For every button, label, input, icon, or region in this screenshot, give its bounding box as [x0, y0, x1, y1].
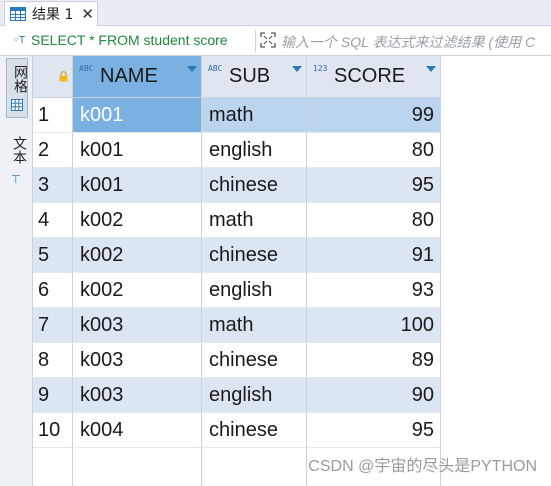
row-number[interactable]: 4	[33, 203, 73, 238]
row-number-header	[33, 56, 73, 98]
sql-icon: ◦T	[13, 35, 26, 46]
cell-name[interactable]: k003	[73, 343, 202, 378]
cell-score[interactable]: 99	[307, 98, 441, 133]
cell-sub[interactable]: math	[202, 308, 307, 343]
results-tab-bar: 结果 1 ✕	[0, 0, 551, 26]
cell-score[interactable]: 90	[307, 378, 441, 413]
cell-score[interactable]: 95	[307, 168, 441, 203]
filter-input[interactable]: 输入一个 SQL 表达式来过滤结果 (使用 C	[281, 32, 535, 52]
cell-name[interactable]: k002	[73, 273, 202, 308]
table-row[interactable]: 4 k002 math 80	[33, 203, 441, 238]
column-header-label: SUB	[229, 65, 271, 87]
sort-arrow-icon[interactable]	[292, 66, 302, 72]
expand-icon[interactable]	[260, 32, 276, 48]
cell-sub[interactable]: chinese	[202, 413, 307, 448]
cell-name[interactable]: k001	[73, 98, 202, 133]
cell-score[interactable]: 93	[307, 273, 441, 308]
column-divider	[306, 448, 307, 486]
row-number[interactable]: 6	[33, 273, 73, 308]
grid-view-label: 网格	[12, 65, 28, 93]
cell-name[interactable]: k003	[73, 308, 202, 343]
cell-score[interactable]: 80	[307, 203, 441, 238]
sort-arrow-icon[interactable]	[187, 66, 197, 72]
column-header-label: SCORE	[334, 65, 406, 87]
table-icon	[10, 7, 26, 21]
cell-score[interactable]: 80	[307, 133, 441, 168]
row-number[interactable]: 2	[33, 133, 73, 168]
column-divider	[201, 448, 202, 486]
row-number[interactable]: 7	[33, 308, 73, 343]
cell-sub[interactable]: chinese	[202, 168, 307, 203]
table-row[interactable]: 10 k004 chinese 95	[33, 413, 441, 448]
table-row[interactable]: 8 k003 chinese 89	[33, 343, 441, 378]
lock-icon	[59, 71, 68, 82]
view-mode-panel: 网格 文本 ⊤	[0, 56, 33, 486]
text-view-button[interactable]: 文本	[9, 136, 29, 164]
filter-bar: ◦T SELECT * FROM student score 输入一个 SQL …	[0, 26, 551, 56]
table-row[interactable]: 3 k001 chinese 95	[33, 168, 441, 203]
cell-sub[interactable]: math	[202, 98, 307, 133]
cell-name[interactable]: k002	[73, 238, 202, 273]
cell-name[interactable]: k001	[73, 133, 202, 168]
column-divider	[72, 448, 73, 486]
cell-name[interactable]: k001	[73, 168, 202, 203]
watermark: CSDN @宇宙的尽头是PYTHON	[308, 458, 537, 475]
results-tab-label: 结果 1	[32, 7, 74, 23]
table-row[interactable]: 5 k002 chinese 91	[33, 238, 441, 273]
row-number[interactable]: 10	[33, 413, 73, 448]
column-header-label: NAME	[100, 65, 158, 87]
cell-name[interactable]: k002	[73, 203, 202, 238]
column-header-score[interactable]: 123 SCORE	[307, 56, 441, 98]
cell-score[interactable]: 95	[307, 413, 441, 448]
row-number[interactable]: 3	[33, 168, 73, 203]
grid-view-button[interactable]: 网格	[6, 58, 28, 118]
cell-sub[interactable]: chinese	[202, 343, 307, 378]
text-type-icon: ABC	[208, 64, 223, 73]
cell-name[interactable]: k003	[73, 378, 202, 413]
cell-score[interactable]: 91	[307, 238, 441, 273]
row-number[interactable]: 9	[33, 378, 73, 413]
cell-sub[interactable]: english	[202, 273, 307, 308]
row-number[interactable]: 5	[33, 238, 73, 273]
cell-score[interactable]: 89	[307, 343, 441, 378]
sort-arrow-icon[interactable]	[426, 66, 436, 72]
sql-query-text[interactable]: SELECT * FROM student score	[31, 32, 228, 48]
close-icon[interactable]: ✕	[81, 6, 94, 22]
divider	[255, 30, 256, 52]
cell-sub[interactable]: english	[202, 378, 307, 413]
table-row[interactable]: 9 k003 english 90	[33, 378, 441, 413]
results-tab[interactable]: 结果 1 ✕	[4, 1, 98, 26]
column-header-name[interactable]: ABC NAME	[73, 56, 202, 98]
cell-name[interactable]: k004	[73, 413, 202, 448]
row-number[interactable]: 8	[33, 343, 73, 378]
number-type-icon: 123	[313, 64, 328, 73]
table-row[interactable]: 1 k001 math 99	[33, 98, 441, 133]
table-row[interactable]: 7 k003 math 100	[33, 308, 441, 343]
cell-sub[interactable]: math	[202, 203, 307, 238]
cell-sub[interactable]: english	[202, 133, 307, 168]
row-number[interactable]: 1	[33, 98, 73, 133]
grid-icon	[11, 99, 23, 111]
cell-score[interactable]: 100	[307, 308, 441, 343]
column-header-sub[interactable]: ABC SUB	[202, 56, 307, 98]
text-view-icon: ⊤	[11, 173, 21, 186]
cell-sub[interactable]: chinese	[202, 238, 307, 273]
text-type-icon: ABC	[79, 64, 94, 73]
table-row[interactable]: 2 k001 english 80	[33, 133, 441, 168]
table-row[interactable]: 6 k002 english 93	[33, 273, 441, 308]
